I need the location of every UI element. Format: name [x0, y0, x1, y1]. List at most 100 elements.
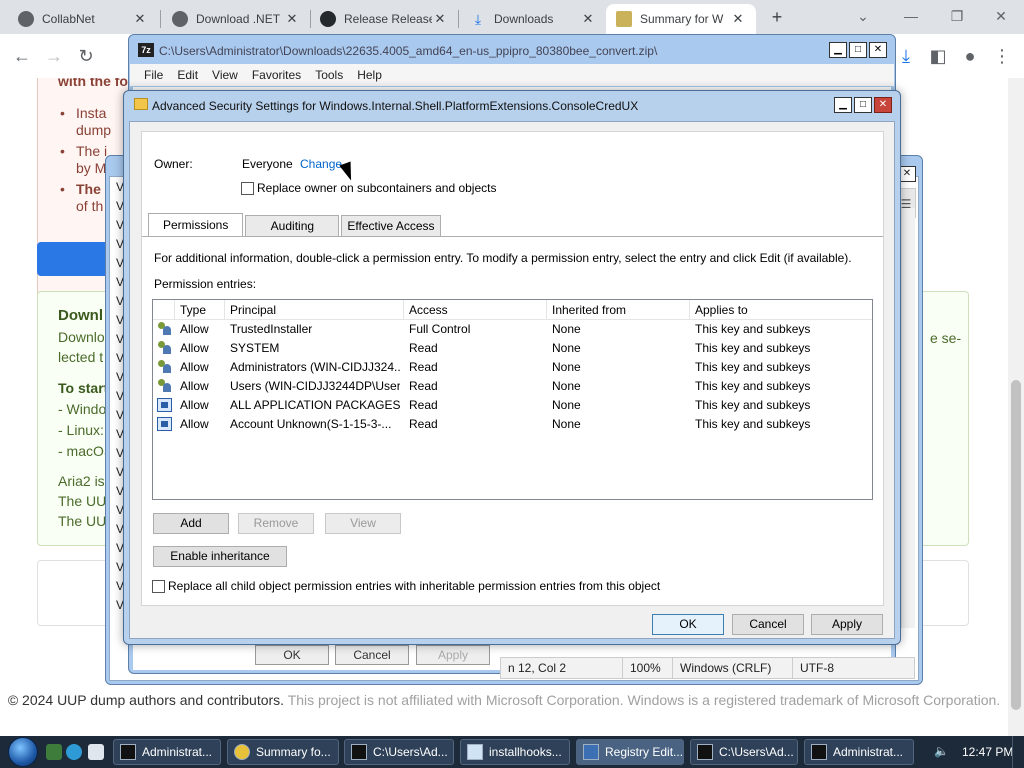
- reload-button[interactable]: ↻: [74, 44, 98, 68]
- menu-view[interactable]: View: [212, 68, 238, 82]
- taskbar-item-cmd[interactable]: Administrat...: [113, 739, 221, 765]
- browser-tab-collabnet[interactable]: CollabNet ✕: [8, 4, 158, 34]
- menu-help[interactable]: Help: [357, 68, 382, 82]
- back-button[interactable]: ←: [10, 44, 34, 68]
- taskbar-item-regedit[interactable]: Registry Edit...: [576, 739, 684, 765]
- table-row[interactable]: Allow Administrators (WIN-CIDJJ324... Re…: [153, 358, 872, 377]
- column-icon: [153, 300, 175, 320]
- table-row[interactable]: Allow Account Unknown(S-1-15-3-... Read …: [153, 415, 872, 434]
- replace-owner-checkbox[interactable]: [241, 182, 254, 195]
- cell-access: Full Control: [409, 322, 471, 336]
- tab-auditing[interactable]: Auditing: [245, 215, 340, 236]
- taskbar-item-7zip-2[interactable]: C:\Users\Ad...: [690, 739, 798, 765]
- volume-icon[interactable]: 🔈: [934, 744, 950, 760]
- tab-search-button[interactable]: ⌄: [848, 4, 878, 28]
- close-button[interactable]: ✕: [869, 42, 887, 58]
- browser-tab-downloads[interactable]: ⤓ Downloads ✕: [460, 4, 606, 34]
- menu-button[interactable]: ⋮: [990, 44, 1014, 68]
- clock[interactable]: 12:47 PM: [962, 745, 1013, 759]
- advanced-security-dialog[interactable]: Advanced Security Settings for Windows.I…: [123, 90, 901, 645]
- warning-heading: with the fo: [58, 78, 128, 89]
- view-button[interactable]: View: [325, 513, 401, 534]
- browser-tab-releases[interactable]: Release Releases ✕: [310, 4, 458, 34]
- downloads-button[interactable]: ⤓: [894, 44, 918, 68]
- close-icon[interactable]: ✕: [132, 11, 148, 27]
- side-panel-button[interactable]: ◧: [926, 44, 950, 68]
- menu-edit[interactable]: Edit: [177, 68, 198, 82]
- new-tab-button[interactable]: +: [766, 6, 788, 28]
- tab-effective-access[interactable]: Effective Access: [341, 215, 441, 236]
- download-heading: Downl: [58, 307, 103, 324]
- taskbar-item-notepad[interactable]: installhooks...: [460, 739, 570, 765]
- close-icon[interactable]: ✕: [284, 11, 300, 27]
- minimize-button[interactable]: ▁: [829, 42, 847, 58]
- forward-button[interactable]: →: [42, 44, 66, 68]
- ok-button[interactable]: OK: [652, 614, 724, 635]
- taskbar-item-chrome[interactable]: Summary fo...: [227, 739, 339, 765]
- status-position: n 12, Col 2: [501, 658, 623, 678]
- ok-button[interactable]: OK: [255, 645, 329, 665]
- menu-tools[interactable]: Tools: [315, 68, 343, 82]
- close-button[interactable]: ✕: [874, 97, 892, 113]
- restore-button[interactable]: ❐: [942, 4, 972, 28]
- close-icon[interactable]: ✕: [730, 11, 746, 27]
- notepad-scrollbar[interactable]: [901, 208, 915, 628]
- remove-button[interactable]: Remove: [238, 513, 314, 534]
- cell-principal: Users (WIN-CIDJJ3244DP\Users): [230, 379, 400, 393]
- start-button[interactable]: [8, 737, 38, 767]
- cell-principal: SYSTEM: [230, 341, 280, 355]
- add-button[interactable]: Add: [153, 513, 229, 534]
- warning-item: by M: [76, 160, 107, 176]
- menu-favorites[interactable]: Favorites: [252, 68, 301, 82]
- maximize-button[interactable]: □: [854, 97, 872, 113]
- column-access[interactable]: Access: [404, 300, 547, 320]
- taskbar-item-cmd-2[interactable]: Administrat...: [804, 739, 914, 765]
- column-applies-to[interactable]: Applies to: [690, 300, 872, 320]
- taskbar-item-label: installhooks...: [489, 745, 562, 759]
- table-row[interactable]: Allow Users (WIN-CIDJJ3244DP\Users) Read…: [153, 377, 872, 396]
- page-footer: © 2024 UUP dump authors and contributors…: [0, 690, 1008, 710]
- taskbar-item-7zip[interactable]: C:\Users\Ad...: [344, 739, 454, 765]
- profile-button[interactable]: ●: [958, 44, 982, 68]
- cancel-button[interactable]: Cancel: [732, 614, 804, 635]
- apply-button[interactable]: Apply: [811, 614, 883, 635]
- show-desktop-button[interactable]: [1012, 736, 1024, 768]
- window-quicklaunch-icon[interactable]: [88, 744, 104, 760]
- close-window-button[interactable]: ✕: [986, 4, 1016, 28]
- maximize-button[interactable]: □: [849, 42, 867, 58]
- table-row[interactable]: Allow SYSTEM Read None This key and subk…: [153, 339, 872, 358]
- change-owner-link[interactable]: Change: [300, 157, 342, 171]
- apply-button[interactable]: Apply: [416, 645, 490, 665]
- minimize-button[interactable]: —: [896, 4, 926, 28]
- permission-entries-label: Permission entries:: [154, 277, 257, 291]
- close-icon[interactable]: ✕: [432, 11, 448, 27]
- column-principal[interactable]: Principal: [225, 300, 404, 320]
- page-scrollbar[interactable]: [1008, 78, 1024, 736]
- tab-permissions[interactable]: Permissions: [148, 213, 244, 236]
- explorer-quicklaunch-icon[interactable]: [46, 744, 62, 760]
- bullet-icon: •: [60, 181, 65, 197]
- column-inherited-from[interactable]: Inherited from: [547, 300, 690, 320]
- minimize-button[interactable]: ▁: [834, 97, 852, 113]
- browser-quicklaunch-icon[interactable]: [66, 744, 82, 760]
- menu-file[interactable]: File: [144, 68, 163, 82]
- github-icon: [320, 11, 336, 27]
- permission-entries-list[interactable]: Type Principal Access Inherited from App…: [152, 299, 873, 500]
- replace-child-permissions-checkbox[interactable]: [152, 580, 165, 593]
- browser-tab-download-net[interactable]: Download .NET ✕: [162, 4, 310, 34]
- browser-tab-summary[interactable]: Summary for W ✕: [606, 4, 756, 34]
- package-icon: [157, 417, 172, 431]
- scrollbar-thumb[interactable]: [1011, 380, 1021, 710]
- close-icon[interactable]: ✕: [580, 11, 596, 27]
- tab-divider: [142, 236, 883, 237]
- enable-inheritance-button[interactable]: Enable inheritance: [153, 546, 287, 567]
- cell-type: Allow: [180, 379, 209, 393]
- tab-label: Summary for W: [640, 12, 724, 26]
- start-heading: To start: [58, 380, 109, 396]
- table-row[interactable]: Allow ALL APPLICATION PACKAGES Read None…: [153, 396, 872, 415]
- cancel-button[interactable]: Cancel: [335, 645, 409, 665]
- user-group-icon: [157, 360, 172, 374]
- column-type[interactable]: Type: [175, 300, 225, 320]
- chrome-icon: [234, 744, 250, 760]
- table-row[interactable]: Allow TrustedInstaller Full Control None…: [153, 320, 872, 339]
